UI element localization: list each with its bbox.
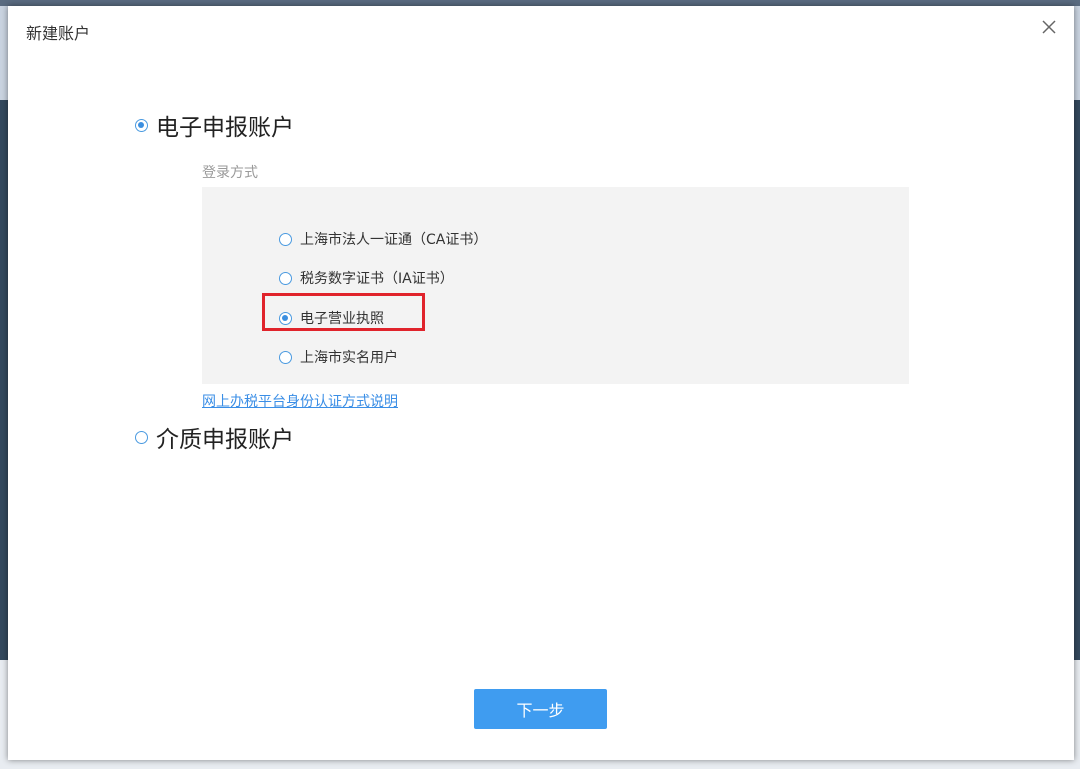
auth-method-help-link[interactable]: 网上办税平台身份认证方式说明 — [202, 391, 398, 411]
highlight-annotation-box — [262, 293, 425, 331]
login-option-ca-certificate[interactable]: 上海市法人一证通（CA证书） — [279, 229, 487, 249]
ia-certificate-radio[interactable] — [279, 271, 292, 285]
ca-certificate-label: 上海市法人一证通（CA证书） — [300, 232, 488, 248]
medium-account-radio[interactable] — [135, 430, 148, 444]
close-button[interactable] — [1038, 16, 1060, 38]
login-option-real-name-user[interactable]: 上海市实名用户 — [279, 347, 398, 367]
login-method-panel: 上海市法人一证通（CA证书） 税务数字证书（IA证书） 电子营业执照 上海市实名… — [202, 187, 909, 384]
electronic-account-radio[interactable] — [135, 118, 148, 132]
close-icon — [1042, 20, 1056, 34]
next-step-button[interactable]: 下一步 — [474, 689, 607, 729]
background-left-edge — [0, 100, 8, 660]
login-method-label: 登录方式 — [202, 165, 258, 181]
electronic-account-option[interactable]: 电子申报账户 — [135, 108, 294, 142]
new-account-dialog: 新建账户 电子申报账户 登录方式 上海市法人一证通（CA证书） 税务数字证书（I… — [8, 6, 1074, 760]
real-name-user-radio[interactable] — [279, 350, 292, 364]
ca-certificate-radio[interactable] — [279, 232, 292, 246]
dialog-title: 新建账户 — [26, 24, 91, 43]
electronic-account-label: 电子申报账户 — [156, 115, 294, 141]
login-option-ia-certificate[interactable]: 税务数字证书（IA证书） — [279, 268, 454, 288]
medium-account-label: 介质申报账户 — [156, 427, 294, 453]
medium-account-option[interactable]: 介质申报账户 — [135, 420, 294, 454]
real-name-user-label: 上海市实名用户 — [300, 350, 398, 366]
ia-certificate-label: 税务数字证书（IA证书） — [300, 271, 454, 287]
